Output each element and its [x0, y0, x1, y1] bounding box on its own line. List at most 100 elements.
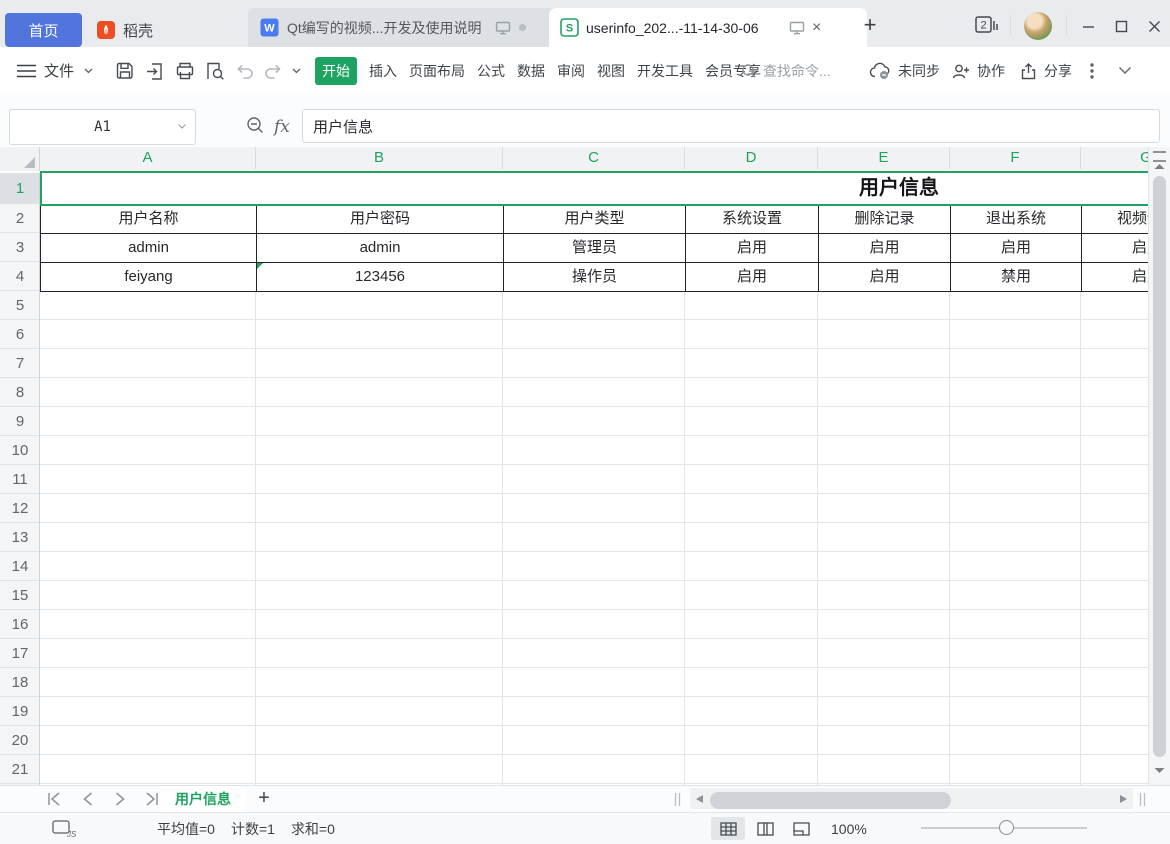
row-header-13[interactable]: 13 — [0, 523, 40, 552]
collaborate-button[interactable]: 协作 — [951, 47, 1005, 94]
home-tab-button[interactable]: 首页 — [5, 13, 82, 47]
export-icon[interactable] — [144, 47, 166, 94]
name-box[interactable]: A1 — [9, 109, 196, 145]
cell-E3[interactable]: 启用 — [819, 234, 951, 263]
cell-C3[interactable]: 管理员 — [504, 234, 686, 263]
docer-tab[interactable]: 稻壳 — [96, 13, 153, 47]
horizontal-scrollbar[interactable] — [690, 788, 1133, 809]
monitor-icon[interactable] — [789, 21, 805, 35]
row-header-7[interactable]: 7 — [0, 349, 40, 378]
cell-D2[interactable]: 系统设置 — [686, 205, 819, 234]
ribbon-tab-插入[interactable]: 插入 — [369, 61, 397, 81]
macro-status-icon[interactable]: JS — [52, 820, 76, 838]
row-header-16[interactable]: 16 — [0, 610, 40, 639]
file-menu[interactable]: 文件 — [44, 47, 74, 94]
ribbon-tab-视图[interactable]: 视图 — [597, 61, 625, 81]
row-header-4[interactable]: 4 — [0, 262, 40, 291]
collapse-ribbon-chevron-icon[interactable] — [1118, 47, 1132, 94]
row-header-10[interactable]: 10 — [0, 436, 40, 465]
ribbon-tab-开发工具[interactable]: 开发工具 — [637, 61, 693, 81]
cell-E4[interactable]: 启用 — [819, 263, 951, 292]
last-sheet-icon[interactable] — [144, 792, 160, 806]
sheetbar-resize-handle-icon[interactable] — [674, 793, 681, 806]
document-tab-active[interactable]: S userinfo_202...-11-14-30-06 × — [549, 8, 867, 47]
row-header-9[interactable]: 9 — [0, 407, 40, 436]
normal-view-button[interactable] — [711, 817, 745, 840]
row-header-14[interactable]: 14 — [0, 552, 40, 581]
undo-icon[interactable] — [234, 47, 256, 94]
cell-C2[interactable]: 用户类型 — [504, 205, 686, 234]
zoom-formula-icon[interactable] — [246, 116, 265, 135]
row-header-1[interactable]: 1 — [0, 173, 40, 204]
cell-B2[interactable]: 用户密码 — [257, 205, 504, 234]
print-preview-icon[interactable] — [204, 47, 226, 94]
cell-A2[interactable]: 用户名称 — [41, 205, 257, 234]
cell-C4[interactable]: 操作员 — [504, 263, 686, 292]
scroll-up-icon[interactable] — [1154, 163, 1165, 170]
sheetbar-resize-handle-icon[interactable] — [1139, 793, 1146, 806]
cell-A4[interactable]: feiyang — [41, 263, 257, 292]
cell-E2[interactable]: 删除记录 — [819, 205, 951, 234]
minimize-button[interactable] — [1074, 12, 1102, 40]
close-tab-icon[interactable]: × — [812, 20, 821, 36]
column-header-C[interactable]: C — [503, 147, 685, 169]
user-avatar[interactable] — [1024, 12, 1052, 40]
column-header-G[interactable]: G — [1081, 147, 1148, 169]
row-header-6[interactable]: 6 — [0, 320, 40, 349]
cell-F3[interactable]: 启用 — [951, 234, 1082, 263]
cell-G4[interactable]: 启用 — [1082, 263, 1148, 292]
ribbon-tab-审阅[interactable]: 审阅 — [557, 61, 585, 81]
maximize-button[interactable] — [1107, 12, 1135, 40]
fx-icon[interactable]: fx — [274, 117, 290, 137]
command-search[interactable]: 查找命令... — [741, 47, 831, 94]
sheet-tab-active[interactable]: 用户信息 — [160, 786, 246, 812]
vertical-scroll-thumb[interactable] — [1153, 176, 1166, 757]
zoom-level[interactable]: 100% — [831, 813, 867, 844]
save-icon[interactable] — [114, 47, 136, 94]
file-menu-chevron-icon[interactable] — [84, 47, 93, 94]
name-box-chevron-icon[interactable] — [178, 124, 186, 129]
zoom-slider-thumb[interactable] — [999, 820, 1014, 835]
row-header-21[interactable]: 21 — [0, 755, 40, 784]
select-all-corner[interactable] — [0, 147, 40, 171]
sync-status[interactable]: 未同步 — [868, 47, 940, 94]
column-header-D[interactable]: D — [685, 147, 818, 169]
next-sheet-icon[interactable] — [112, 792, 128, 806]
row-header-11[interactable]: 11 — [0, 465, 40, 494]
row-header-17[interactable]: 17 — [0, 639, 40, 668]
document-tab-writer[interactable]: W Qt编写的视频...开发及使用说明 — [248, 8, 570, 47]
cell-D3[interactable]: 启用 — [686, 234, 819, 263]
row-header-19[interactable]: 19 — [0, 697, 40, 726]
cell-B4[interactable]: 123456 — [257, 263, 504, 292]
column-header-A[interactable]: A — [40, 147, 256, 169]
redo-icon[interactable] — [262, 47, 284, 94]
cell-D4[interactable]: 启用 — [686, 263, 819, 292]
merged-title-cell[interactable]: 用户信息 — [40, 173, 1148, 204]
cell-G2[interactable]: 视频设置 — [1082, 205, 1148, 234]
row-header-5[interactable]: 5 — [0, 291, 40, 320]
add-sheet-button[interactable]: + — [252, 787, 276, 811]
column-header-F[interactable]: F — [950, 147, 1081, 169]
more-options-icon[interactable] — [1090, 47, 1094, 94]
row-header-15[interactable]: 15 — [0, 581, 40, 610]
page-layout-view-button[interactable] — [748, 817, 782, 840]
window-count-button[interactable]: 2 — [975, 15, 999, 35]
cell-F2[interactable]: 退出系统 — [951, 205, 1082, 234]
column-header-E[interactable]: E — [818, 147, 950, 169]
ribbon-tab-页面布局[interactable]: 页面布局 — [409, 61, 465, 81]
main-menu-icon[interactable] — [17, 47, 36, 94]
share-button[interactable]: 分享 — [1019, 47, 1072, 94]
quickbar-more-chevron-icon[interactable] — [292, 47, 301, 94]
page-break-view-button[interactable] — [784, 817, 818, 840]
row-header-12[interactable]: 12 — [0, 494, 40, 523]
new-tab-button[interactable]: + — [858, 14, 882, 38]
row-header-18[interactable]: 18 — [0, 668, 40, 697]
cell-grid[interactable]: 用户信息 用户名称用户密码用户类型系统设置删除记录退出系统视频设置adminad… — [40, 173, 1148, 785]
formula-input[interactable]: 用户信息 — [302, 109, 1160, 143]
ribbon-tab-开始[interactable]: 开始 — [315, 57, 357, 85]
ribbon-tab-公式[interactable]: 公式 — [477, 61, 505, 81]
cell-B3[interactable]: admin — [257, 234, 504, 263]
ribbon-tab-数据[interactable]: 数据 — [517, 61, 545, 81]
row-header-3[interactable]: 3 — [0, 233, 40, 262]
row-header-8[interactable]: 8 — [0, 378, 40, 407]
